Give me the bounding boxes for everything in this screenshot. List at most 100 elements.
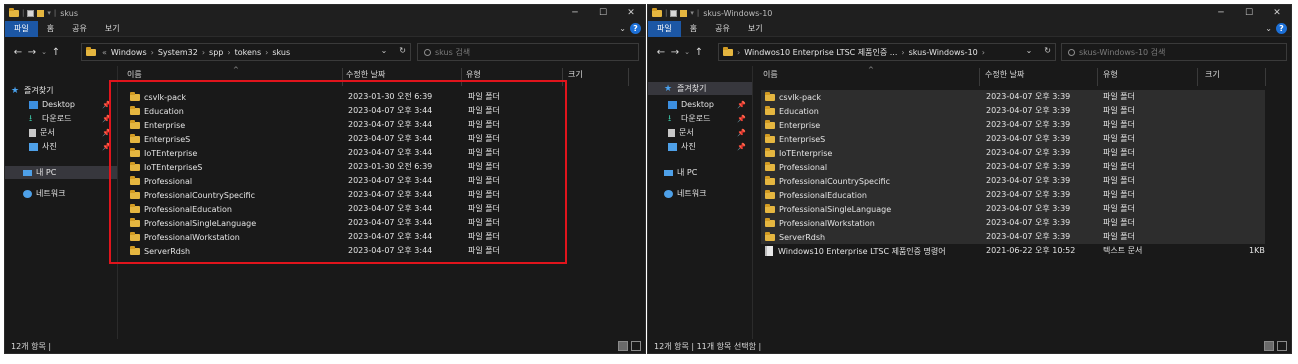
sidebar-item-desktop[interactable]: Desktop 📌	[648, 98, 752, 111]
large-icons-view-icon[interactable]	[1277, 341, 1287, 351]
address-bar[interactable]: › Windwos10 Enterprise LTSC 제품인증 ... › s…	[718, 43, 1056, 61]
pin-icon[interactable]: 📌	[102, 101, 111, 109]
table-row[interactable]: Enterprise 2023-04-07 오후 3:39 파일 폴더	[765, 118, 1285, 132]
column-header-name[interactable]: 이름	[127, 66, 142, 82]
chevron-right-icon[interactable]: ›	[225, 48, 232, 57]
column-divider[interactable]	[1097, 68, 1098, 86]
column-header-name[interactable]: 이름	[763, 66, 778, 82]
sidebar-item-downloads[interactable]: ⭳ 다운로드 📌	[648, 112, 752, 125]
chevron-right-icon[interactable]: ›	[899, 48, 906, 57]
pin-icon[interactable]: 📌	[737, 143, 746, 151]
search-input[interactable]: skus-Windows-10 검색	[1061, 43, 1287, 61]
properties-icon[interactable]	[670, 9, 678, 17]
table-row[interactable]: ProfessionalCountrySpecific 2023-04-07 오후…	[130, 188, 580, 202]
minimize-button[interactable]: ─	[1207, 5, 1235, 21]
sidebar-item-documents[interactable]: 문서 📌	[648, 126, 752, 139]
maximize-button[interactable]: ☐	[589, 5, 617, 21]
pin-icon[interactable]: 📌	[737, 101, 746, 109]
recent-locations-icon[interactable]: ⌄	[682, 48, 692, 56]
tab-file[interactable]: 파일	[648, 20, 681, 37]
up-arrow-icon[interactable]: ↑	[49, 47, 63, 58]
recent-locations-icon[interactable]: ⌄	[39, 48, 49, 56]
expand-ribbon-icon[interactable]: ⌄	[619, 24, 626, 33]
properties-icon[interactable]	[27, 9, 35, 17]
details-view-icon[interactable]	[1264, 341, 1274, 351]
pin-icon[interactable]: 📌	[102, 143, 111, 151]
table-row[interactable]: ProfessionalWorkstation 2023-04-07 오후 3:4…	[130, 230, 580, 244]
sidebar-item-this-pc[interactable]: 내 PC	[5, 166, 117, 179]
sidebar-item-pictures[interactable]: 사진 📌	[5, 140, 117, 153]
maximize-button[interactable]: ☐	[1235, 5, 1263, 21]
customize-dropdown-icon[interactable]: ▾	[690, 9, 694, 17]
address-dropdown-icon[interactable]: ⌄	[381, 46, 388, 55]
table-row[interactable]: IoTEnterprise 2023-04-07 오후 3:44 파일 폴더	[130, 146, 580, 160]
column-divider[interactable]	[1265, 68, 1266, 86]
back-arrow-icon[interactable]: ←	[11, 47, 25, 58]
breadcrumb-item[interactable]: skus-Windows-10	[907, 48, 980, 57]
table-row[interactable]: ProfessionalSingleLanguage 2023-04-07 오후 …	[130, 216, 580, 230]
tab-share[interactable]: 공유	[706, 21, 739, 37]
column-divider[interactable]	[562, 68, 563, 86]
sidebar-item-downloads[interactable]: ⭳ 다운로드 📌	[5, 112, 117, 125]
table-row[interactable]: ProfessionalWorkstation 2023-04-07 오후 3:3…	[765, 216, 1285, 230]
table-row[interactable]: Professional 2023-04-07 오후 3:44 파일 폴더	[130, 174, 580, 188]
forward-arrow-icon[interactable]: →	[668, 47, 682, 58]
forward-arrow-icon[interactable]: →	[25, 47, 39, 58]
sidebar-item-pictures[interactable]: 사진 📌	[648, 140, 752, 153]
column-divider[interactable]	[979, 68, 980, 86]
table-row[interactable]: ProfessionalEducation 2023-04-07 오후 3:44 파…	[130, 202, 580, 216]
pin-icon[interactable]: 📌	[102, 115, 111, 123]
table-row[interactable]: ProfessionalEducation 2023-04-07 오후 3:39 파…	[765, 188, 1285, 202]
column-header-size[interactable]: 크기	[1205, 66, 1220, 82]
close-button[interactable]: ✕	[1263, 5, 1291, 21]
table-row[interactable]: Education 2023-04-07 오후 3:39 파일 폴더	[765, 104, 1285, 118]
tab-view[interactable]: 보기	[96, 21, 129, 37]
pin-icon[interactable]: 📌	[102, 129, 111, 137]
column-divider[interactable]	[342, 68, 343, 86]
sidebar-item-network[interactable]: 네트워크	[648, 187, 752, 200]
breadcrumb-item[interactable]: System32	[156, 48, 200, 57]
chevron-right-icon[interactable]: ›	[980, 48, 987, 57]
table-row[interactable]: EnterpriseS 2023-04-07 오후 3:39 파일 폴더	[765, 132, 1285, 146]
column-header-date[interactable]: 수정한 날짜	[985, 66, 1024, 82]
table-row[interactable]: csvlk-pack 2023-01-30 오전 6:39 파일 폴더	[130, 90, 580, 104]
sidebar-item-this-pc[interactable]: 내 PC	[648, 166, 752, 179]
help-icon[interactable]: ?	[630, 23, 641, 34]
refresh-icon[interactable]: ↻	[399, 46, 406, 55]
chevron-right-icon[interactable]: ›	[735, 48, 742, 57]
column-header-type[interactable]: 유형	[466, 66, 481, 82]
minimize-button[interactable]: ─	[561, 5, 589, 21]
table-row[interactable]: IoTEnterpriseS 2023-01-30 오전 6:39 파일 폴더	[130, 160, 580, 174]
sidebar-item-desktop[interactable]: Desktop 📌	[5, 98, 117, 111]
expand-ribbon-icon[interactable]: ⌄	[1265, 24, 1272, 33]
back-arrow-icon[interactable]: ←	[654, 47, 668, 58]
breadcrumb-item[interactable]: Windwos10 Enterprise LTSC 제품인증 ...	[742, 47, 899, 58]
tab-view[interactable]: 보기	[739, 21, 772, 37]
sidebar-item-network[interactable]: 네트워크	[5, 187, 117, 200]
table-row[interactable]: ProfessionalCountrySpecific 2023-04-07 오후…	[765, 174, 1285, 188]
address-dropdown-icon[interactable]: ⌄	[1026, 46, 1033, 55]
column-header-date[interactable]: 수정한 날짜	[346, 66, 385, 82]
address-bar[interactable]: « Windows › System32 › spp › tokens › sk…	[81, 43, 411, 61]
new-folder-icon[interactable]	[37, 9, 45, 17]
breadcrumb-overflow[interactable]: «	[100, 48, 109, 57]
sidebar-item-favorites[interactable]: ★ 즐겨찾기	[5, 84, 117, 97]
chevron-right-icon[interactable]: ›	[263, 48, 270, 57]
table-row[interactable]: Windows10 Enterprise LTSC 제품인증 명령어 2021-0…	[765, 244, 1285, 258]
table-row[interactable]: ServerRdsh 2023-04-07 오후 3:39 파일 폴더	[765, 230, 1285, 244]
table-row[interactable]: IoTEnterprise 2023-04-07 오후 3:39 파일 폴더	[765, 146, 1285, 160]
tab-file[interactable]: 파일	[5, 20, 38, 37]
column-divider[interactable]	[628, 68, 629, 86]
table-row[interactable]: EnterpriseS 2023-04-07 오후 3:44 파일 폴더	[130, 132, 580, 146]
table-row[interactable]: ServerRdsh 2023-04-07 오후 3:44 파일 폴더	[130, 244, 580, 258]
tab-home[interactable]: 홈	[681, 21, 706, 37]
table-row[interactable]: ProfessionalSingleLanguage 2023-04-07 오후 …	[765, 202, 1285, 216]
column-header-size[interactable]: 크기	[568, 66, 583, 82]
column-header-type[interactable]: 유형	[1103, 66, 1118, 82]
sidebar-item-documents[interactable]: 문서 📌	[5, 126, 117, 139]
new-folder-icon[interactable]	[680, 9, 688, 17]
chevron-right-icon[interactable]: ›	[200, 48, 207, 57]
up-arrow-icon[interactable]: ↑	[692, 47, 706, 58]
breadcrumb-item[interactable]: tokens	[233, 48, 264, 57]
pin-icon[interactable]: 📌	[737, 129, 746, 137]
